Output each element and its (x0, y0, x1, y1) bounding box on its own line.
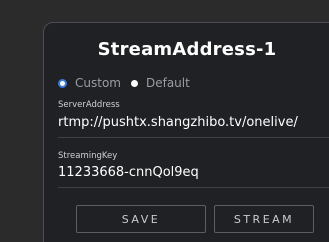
streaming-key-input[interactable] (58, 165, 328, 180)
streaming-key-label: StreamingKey (58, 151, 118, 161)
radio-unselected-icon (130, 79, 138, 87)
radio-custom-label: Custom (75, 76, 121, 90)
streaming-key-divider (58, 187, 329, 188)
radio-default[interactable]: Default (130, 76, 190, 90)
save-button[interactable]: SAVE (76, 205, 206, 233)
server-address-label: ServerAddress (58, 100, 120, 110)
mode-radio-group: Custom Default (58, 75, 200, 91)
radio-selected-icon (58, 78, 67, 88)
radio-custom[interactable]: Custom (58, 76, 121, 90)
server-address-divider (58, 137, 329, 138)
app-background: StreamAddress-1 Custom Default ServerAdd… (0, 0, 329, 242)
server-address-input[interactable] (58, 115, 328, 130)
stream-button[interactable]: STREAM (214, 205, 314, 233)
radio-default-label: Default (145, 76, 190, 90)
panel-title: StreamAddress-1 (97, 39, 277, 60)
stream-address-panel: StreamAddress-1 Custom Default ServerAdd… (43, 22, 329, 242)
